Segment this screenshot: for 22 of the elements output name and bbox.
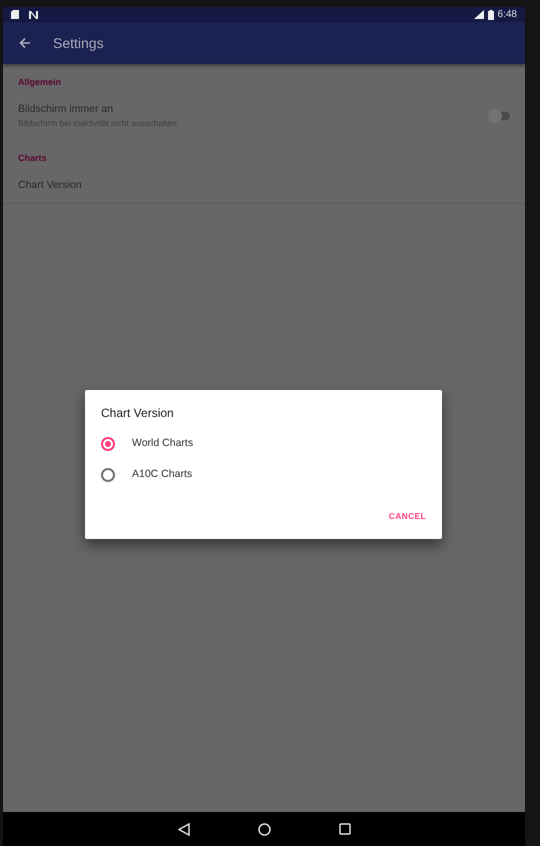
signal-icon [474, 10, 484, 19]
home-icon[interactable] [258, 822, 270, 836]
cancel-button[interactable]: CANCEL [388, 506, 426, 527]
radio-option[interactable]: World Charts [101, 428, 194, 459]
app-bar-title: Settings [53, 34, 104, 53]
settings-item[interactable]: Chart Version [3, 172, 525, 204]
back-arrow-icon[interactable] [19, 37, 31, 49]
battery-icon [488, 10, 494, 20]
notification-icon [29, 10, 38, 18]
recents-icon[interactable] [338, 823, 350, 835]
dialog-title: Chart Version [101, 405, 175, 422]
clock-time: 6:48 [498, 8, 517, 22]
sd-card-icon [11, 10, 19, 19]
item-title: Chart Version [18, 178, 83, 192]
back-icon[interactable] [178, 822, 190, 836]
item-title: Bildschirm immer an [18, 102, 114, 116]
radio-icon[interactable] [101, 436, 115, 450]
section-header: Allgemein [17, 76, 62, 89]
toggle-switch[interactable] [488, 108, 510, 123]
radio-icon[interactable] [101, 468, 115, 482]
section-header: Charts [17, 152, 48, 165]
radio-option[interactable]: A10C Charts [101, 459, 192, 490]
